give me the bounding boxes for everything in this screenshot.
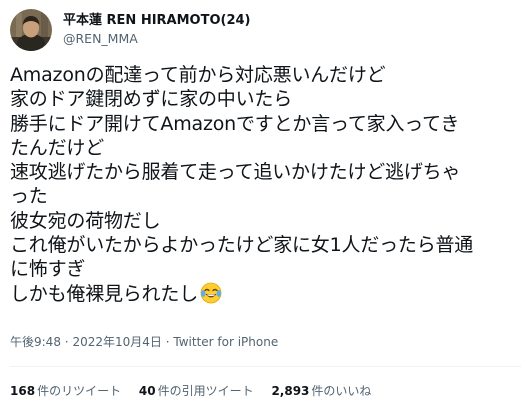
avatar-image	[10, 9, 52, 51]
tweet-stats: 168 件のリツイート 40 件の引用ツイート 2,893 件のいいね	[10, 383, 385, 399]
face-with-tears-of-joy-icon	[200, 282, 222, 304]
tweet-line-last: しかも俺裸見られたし	[10, 282, 522, 306]
tweet-source[interactable]: Twitter for iPhone	[173, 335, 278, 349]
tweet-header: 平本蓮 REN HIRAMOTO(24) @REN_MMA	[10, 6, 251, 54]
divider	[10, 366, 521, 367]
tweet-line: に怖すぎ	[10, 258, 86, 281]
meta-separator: ·	[165, 335, 170, 349]
tweet-line: った	[10, 185, 48, 208]
retweets-count: 168	[10, 384, 36, 398]
quote-tweets-count: 40	[138, 384, 156, 398]
tweet-date[interactable]: 2022年10月4日	[72, 335, 161, 349]
tweet-line: 家のドア鍵閉めずに家の中いたら	[10, 88, 293, 111]
quote-tweets-label: 件の引用ツイート	[157, 384, 254, 398]
likes-stat[interactable]: 2,893 件のいいね	[271, 384, 371, 398]
quote-tweets-stat[interactable]: 40 件の引用ツイート	[139, 384, 254, 398]
tweet-line: 彼女宛の荷物だし	[10, 209, 161, 232]
likes-label: 件のいいね	[311, 384, 372, 398]
tweet-line-text: しかも俺裸見られたし	[10, 282, 199, 305]
tweet-line: たんだけど	[10, 136, 105, 159]
tweet-line: 勝手にドア開けてAmazonですとか言って家入ってき	[10, 112, 460, 135]
likes-count: 2,893	[271, 384, 310, 398]
tweet-line: これ俺がいたからよかったけど家に女1人だったら普通	[10, 234, 474, 257]
retweets-stat[interactable]: 168 件のリツイート	[10, 384, 121, 398]
tweet-card: 平本蓮 REN HIRAMOTO(24) @REN_MMA Amazonの配達っ…	[0, 0, 531, 410]
author-handle[interactable]: @REN_MMA	[63, 30, 251, 48]
retweets-label: 件のリツイート	[37, 384, 122, 398]
tweet-time[interactable]: 午後9:48	[10, 335, 61, 349]
tweet-text: Amazonの配達って前から対応悪いんだけど 家のドア鍵閉めずに家の中いたら 勝…	[10, 63, 522, 306]
tweet-meta: 午後9:48 · 2022年10月4日 · Twitter for iPhone	[10, 334, 278, 350]
meta-separator: ·	[64, 335, 69, 349]
author-display-name[interactable]: 平本蓮 REN HIRAMOTO(24)	[63, 12, 251, 30]
avatar[interactable]	[10, 9, 52, 51]
tweet-line: 速攻逃げたから服着て走って追いかけたけど逃げちゃ	[10, 161, 461, 184]
tweet-line: Amazonの配達って前から対応悪いんだけど	[10, 64, 386, 86]
author-names: 平本蓮 REN HIRAMOTO(24) @REN_MMA	[63, 12, 251, 48]
